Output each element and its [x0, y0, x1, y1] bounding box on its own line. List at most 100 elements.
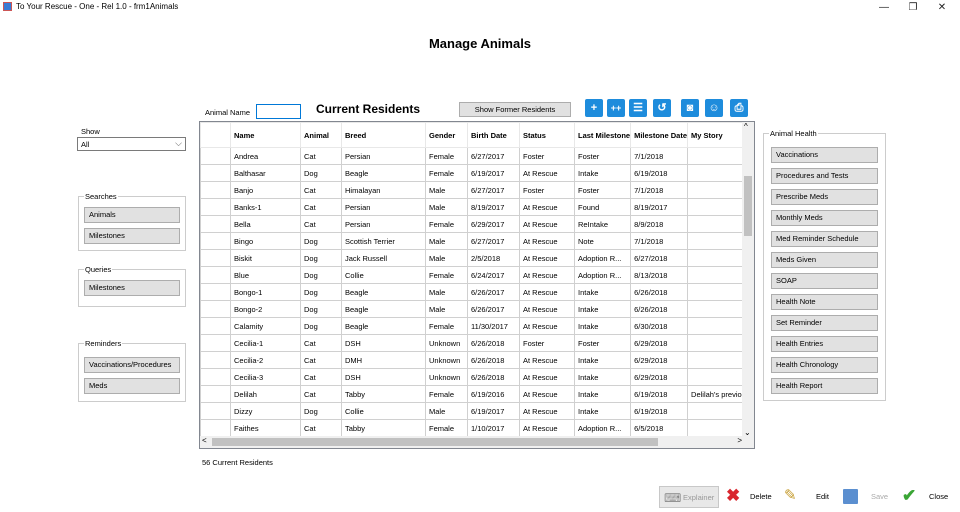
table-cell[interactable]: 8/13/2018	[630, 266, 689, 284]
table-cell[interactable]: Himalayan	[341, 181, 426, 199]
table-row[interactable]: Cecilia-3 Cat DSH Unknown 6/26/2018 At Rescue…	[200, 368, 753, 386]
table-cell[interactable]: Calamity	[230, 317, 301, 335]
row-header-cell[interactable]	[200, 164, 231, 182]
table-cell[interactable]: At Rescue	[519, 300, 575, 318]
table-cell[interactable]: 6/24/2017	[467, 266, 520, 284]
row-header-cell[interactable]	[200, 385, 231, 403]
horizontal-scroll-thumb[interactable]	[212, 438, 658, 446]
table-row[interactable]: Andrea Cat Persian Female 6/27/2017 Foster Fos…	[200, 147, 753, 165]
table-row[interactable]: Balthasar Dog Beagle Female 6/19/2017 At Resc…	[200, 164, 753, 182]
row-header-cell[interactable]	[200, 334, 231, 352]
row-header-cell[interactable]	[200, 266, 231, 284]
table-cell[interactable]: Beagle	[341, 164, 426, 182]
table-row[interactable]: Bongo-2 Dog Beagle Male 6/26/2017 At Rescue In…	[200, 300, 753, 318]
table-cell[interactable]: Jack Russell	[341, 249, 426, 267]
table-cell[interactable]: Foster	[573, 334, 632, 352]
table-cell[interactable]: Unknown	[425, 368, 468, 386]
row-header-cell[interactable]	[200, 198, 231, 216]
table-cell[interactable]: At Rescue	[519, 317, 575, 335]
table-cell[interactable]: Cat	[300, 334, 342, 352]
row-header-cell[interactable]	[200, 419, 231, 437]
show-dropdown[interactable]: All ⌵	[77, 137, 186, 151]
table-cell[interactable]: Beagle	[341, 300, 426, 318]
table-cell[interactable]: Found	[573, 198, 632, 216]
table-cell[interactable]: Intake	[573, 283, 632, 301]
table-cell[interactable]: Intake	[573, 402, 632, 420]
table-row[interactable]: Dizzy Dog Collie Male 6/19/2017 At Rescue Inta…	[200, 402, 753, 420]
table-cell[interactable]: Adoption R...	[573, 249, 632, 267]
table-cell[interactable]: At Rescue	[519, 249, 575, 267]
table-cell[interactable]: At Rescue	[519, 419, 575, 437]
row-header-cell[interactable]	[200, 215, 231, 233]
table-cell[interactable]: DSH	[341, 368, 426, 386]
table-cell[interactable]: 2/5/2018	[467, 249, 520, 267]
table-cell[interactable]: Cat	[300, 419, 342, 437]
table-row[interactable]: Faithes Cat Tabby Female 1/10/2017 At Rescue A…	[200, 419, 753, 437]
vertical-scroll-thumb[interactable]	[744, 176, 752, 236]
table-cell[interactable]: Cat	[300, 351, 342, 369]
table-cell[interactable]: Dog	[300, 232, 342, 250]
table-cell[interactable]: Beagle	[341, 283, 426, 301]
table-cell[interactable]: Unknown	[425, 351, 468, 369]
health-button-procedures-and-tests[interactable]: Procedures and Tests	[771, 168, 878, 184]
table-cell[interactable]: Dog	[300, 300, 342, 318]
table-cell[interactable]: Banjo	[230, 181, 301, 199]
table-cell[interactable]: 6/27/2017	[467, 181, 520, 199]
table-cell[interactable]: Bingo	[230, 232, 301, 250]
row-header-cell[interactable]	[200, 283, 231, 301]
table-cell[interactable]: Bongo-1	[230, 283, 301, 301]
table-cell[interactable]: At Rescue	[519, 215, 575, 233]
row-header-cell[interactable]	[200, 232, 231, 250]
table-cell[interactable]: At Rescue	[519, 402, 575, 420]
table-cell[interactable]: Bongo-2	[230, 300, 301, 318]
reminder-meds-button[interactable]: Meds	[84, 378, 180, 394]
table-row[interactable]: Bongo-1 Dog Beagle Male 6/26/2017 At Rescue In…	[200, 283, 753, 301]
table-cell[interactable]: At Rescue	[519, 351, 575, 369]
table-cell[interactable]: 7/1/2018	[630, 232, 689, 250]
table-cell[interactable]: Adoption R...	[573, 419, 632, 437]
table-cell[interactable]: 6/27/2017	[467, 147, 520, 165]
table-cell[interactable]: 6/26/2018	[630, 300, 689, 318]
health-button-health-note[interactable]: Health Note	[771, 294, 878, 310]
add-multiple-icon[interactable]: ++	[607, 99, 625, 117]
table-cell[interactable]: 6/19/2018	[630, 385, 689, 403]
table-cell[interactable]: Tabby	[341, 385, 426, 403]
scroll-up-icon[interactable]: ^	[744, 122, 748, 131]
table-cell[interactable]: Intake	[573, 368, 632, 386]
query-milestones-button[interactable]: Milestones	[84, 280, 180, 296]
table-cell[interactable]: Beagle	[341, 317, 426, 335]
table-row[interactable]: Banjo Cat Himalayan Male 6/27/2017 Foster Fost…	[200, 181, 753, 199]
list-icon[interactable]: ☰	[629, 99, 647, 117]
table-cell[interactable]: Biskit	[230, 249, 301, 267]
table-cell[interactable]: Intake	[573, 317, 632, 335]
table-cell[interactable]: Intake	[573, 164, 632, 182]
table-cell[interactable]: Dog	[300, 283, 342, 301]
row-header-cell[interactable]	[200, 402, 231, 420]
table-cell[interactable]: Cat	[300, 368, 342, 386]
table-cell[interactable]: Blue	[230, 266, 301, 284]
table-cell[interactable]: Intake	[573, 385, 632, 403]
table-cell[interactable]: 6/29/2018	[630, 334, 689, 352]
table-cell[interactable]: Collie	[341, 266, 426, 284]
table-cell[interactable]: Foster	[519, 147, 575, 165]
table-cell[interactable]: ReIntake	[573, 215, 632, 233]
table-cell[interactable]: 6/19/2017	[467, 164, 520, 182]
health-button-vaccinations[interactable]: Vaccinations	[771, 147, 878, 163]
table-cell[interactable]: Male	[425, 300, 468, 318]
table-cell[interactable]: Dog	[300, 266, 342, 284]
table-cell[interactable]: Cecilia-3	[230, 368, 301, 386]
table-cell[interactable]: Persian	[341, 215, 426, 233]
row-header-cell[interactable]	[200, 351, 231, 369]
explainer-button[interactable]: ⌨ Explainer	[659, 486, 719, 508]
table-cell[interactable]: Foster	[573, 147, 632, 165]
search-animals-button[interactable]: Animals	[84, 207, 180, 223]
table-cell[interactable]: Male	[425, 232, 468, 250]
reminder-vaccinations-button[interactable]: Vaccinations/Procedures	[84, 357, 180, 373]
table-cell[interactable]: Foster	[573, 181, 632, 199]
table-cell[interactable]: Balthasar	[230, 164, 301, 182]
table-cell[interactable]: 6/26/2018	[467, 334, 520, 352]
table-cell[interactable]: Male	[425, 283, 468, 301]
table-cell[interactable]: 6/5/2018	[630, 419, 689, 437]
table-cell[interactable]: Intake	[573, 300, 632, 318]
table-cell[interactable]: Cecilia-2	[230, 351, 301, 369]
